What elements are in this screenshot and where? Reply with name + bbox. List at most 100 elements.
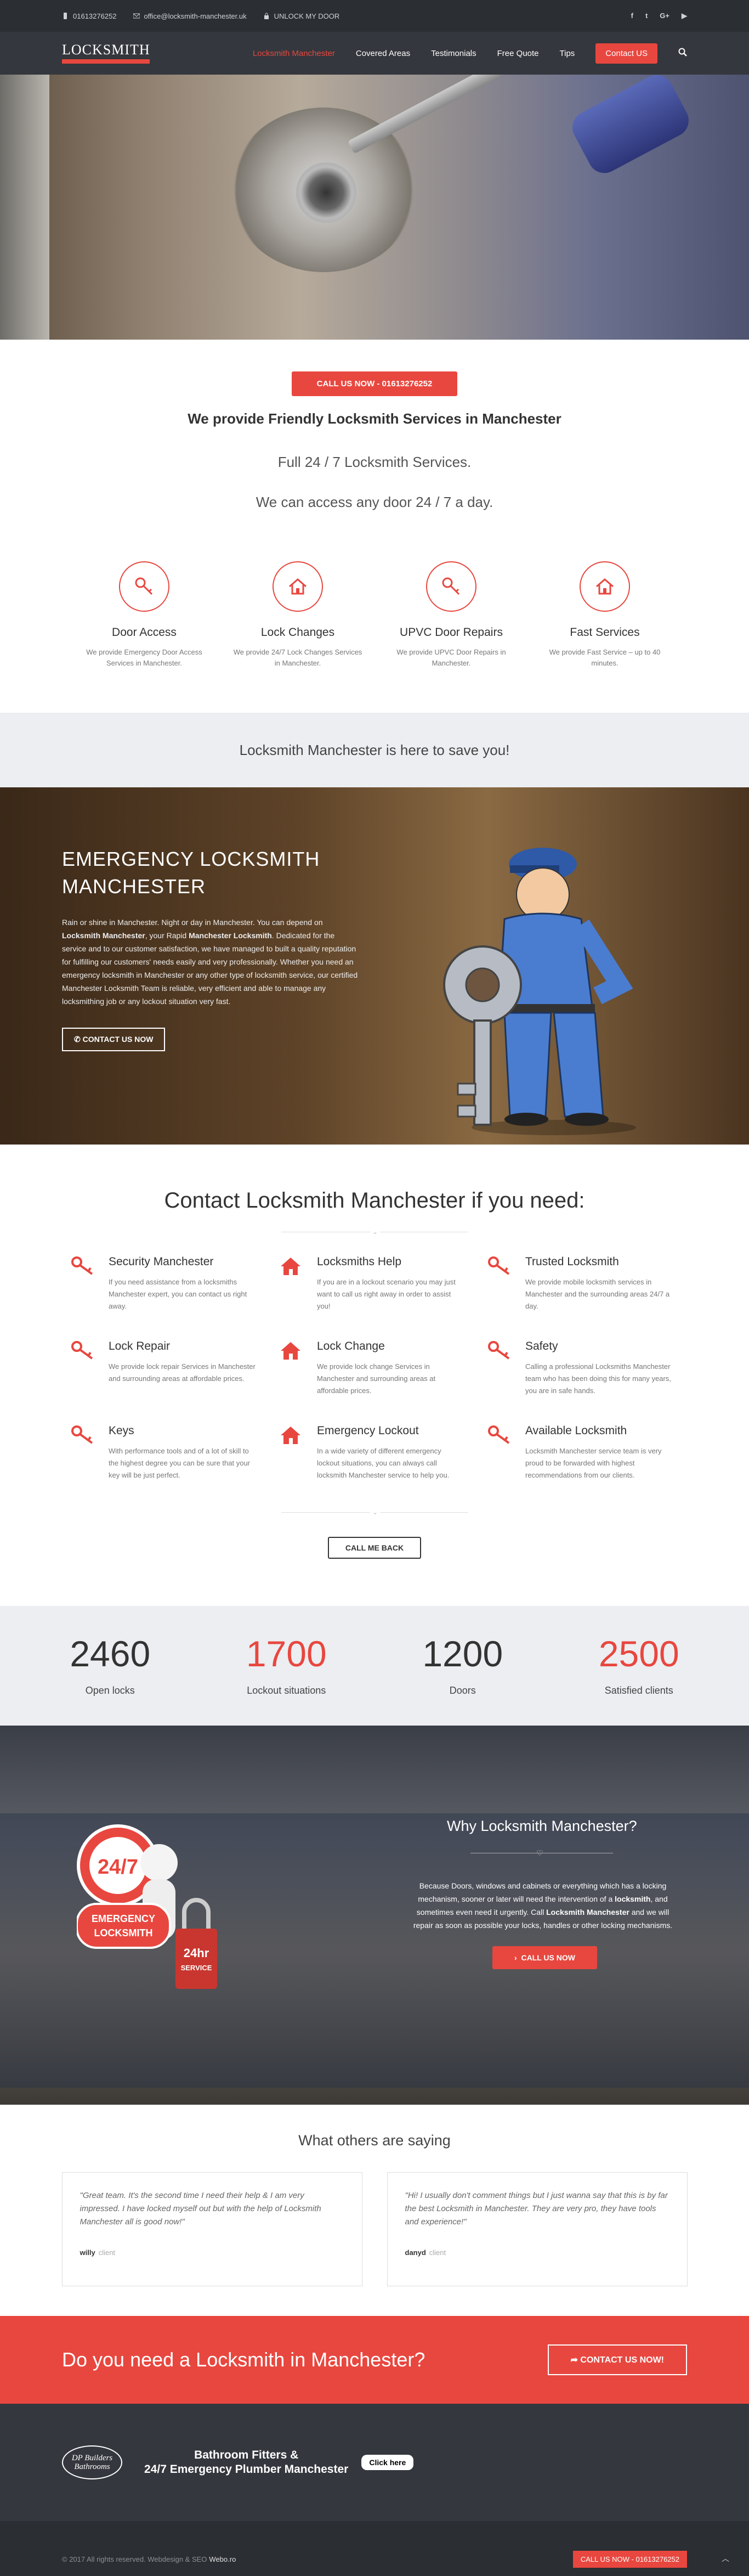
testimonials-heading: What others are saying	[298, 2132, 451, 2149]
contact-section: Contact Locksmith Manchester if you need…	[0, 1145, 749, 1606]
nav-contact-button[interactable]: Contact US	[595, 43, 657, 64]
ad-click-here-button[interactable]: Click here	[361, 2455, 414, 2470]
service-upvc-door-repairs: UPVC Door Repairs We provide UPVC Door R…	[385, 561, 517, 669]
chevron-down-icon: ⌄	[370, 1508, 381, 1516]
testimonial-card: "Great team. It's the second time I need…	[61, 2172, 362, 2286]
why-call-us-button[interactable]: › CALL US NOW	[492, 1946, 597, 1969]
intro-line-2: We can access any door 24 / 7 a day.	[256, 494, 493, 510]
services-row: Door Access We provide Emergency Door Ac…	[78, 561, 671, 713]
home-icon	[273, 561, 323, 612]
home-icon	[279, 1340, 317, 1397]
contact-item: Trusted Locksmith We provide mobile locks…	[487, 1255, 679, 1312]
contact-grid: Security Manchester If you need assistanc…	[70, 1255, 679, 1481]
footer: DP Builders Bathrooms Bathroom Fitters &…	[0, 2404, 749, 2521]
home-icon	[580, 561, 630, 612]
chevron-down-icon: ⌄	[370, 1228, 381, 1236]
search-icon[interactable]	[678, 48, 687, 59]
heart-icon: ♡	[536, 1848, 543, 1857]
stats-section: 2460 Open locks 1700 Lockout situations 12…	[0, 1606, 749, 1726]
youtube-icon[interactable]: ▶	[682, 12, 687, 20]
phone-icon: ✆	[74, 1035, 83, 1044]
key-icon	[70, 1424, 109, 1481]
chevron-right-icon: ›	[514, 1953, 521, 1962]
contact-us-now-button[interactable]: ✆ CONTACT US NOW	[62, 1028, 166, 1051]
twitter-icon[interactable]: t	[645, 12, 648, 20]
contact-item: Lock Repair We provide lock repair Servic…	[70, 1340, 262, 1397]
contact-item: Safety Calling a professional Locksmiths …	[487, 1340, 679, 1397]
copyright-bar: © 2017 All rights reserved. Webdesign & …	[0, 2521, 749, 2576]
emergency-text: Rain or shine in Manchester. Night or da…	[62, 918, 358, 1006]
nav-menu: Locksmith Manchester Covered Areas Testi…	[253, 43, 687, 64]
hero-image	[0, 75, 749, 340]
key-icon	[487, 1424, 525, 1481]
why-section: 24/7 EMERGENCY LOCKSMITH 24hr SERVICE Wh…	[0, 1726, 749, 2105]
main-nav: LOCKSMITH Locksmith Manchester Covered A…	[0, 32, 749, 75]
stat-doors: 1200 Doors	[422, 1633, 503, 1696]
svg-text:LOCKSMITH: LOCKSMITH	[94, 1927, 153, 1938]
cta-heading: Do you need a Locksmith in Manchester?	[62, 2348, 425, 2371]
intro-heading: We provide Friendly Locksmith Services i…	[188, 410, 561, 427]
contact-item: Keys With performance tools and of a lot …	[70, 1424, 262, 1481]
lock-icon	[263, 13, 270, 19]
key-icon	[119, 561, 169, 612]
share-icon: ➦	[570, 2355, 581, 2365]
testimonial-card: "Hi! I usually don't comment things but …	[387, 2172, 688, 2286]
envelope-icon	[133, 13, 140, 19]
nav-item-locksmith-manchester[interactable]: Locksmith Manchester	[253, 49, 335, 58]
emergency-locksmith-badge: 24/7 EMERGENCY LOCKSMITH 24hr SERVICE	[77, 1824, 217, 1989]
topbar-email[interactable]: office@locksmith-manchester.uk	[133, 12, 247, 20]
contact-heading: Contact Locksmith Manchester if you need…	[164, 1188, 585, 1213]
svg-text:24hr: 24hr	[184, 1946, 209, 1960]
divider: ⌄	[281, 1508, 468, 1516]
key-icon	[426, 561, 476, 612]
testimonials-section: What others are saying "Great team. It's…	[0, 2105, 749, 2316]
svg-text:EMERGENCY: EMERGENCY	[92, 1913, 155, 1924]
intro-line-1: Full 24 / 7 Locksmith Services.	[277, 454, 472, 470]
contact-item: Available Locksmith Locksmith Manchester …	[487, 1424, 679, 1481]
facebook-icon[interactable]: f	[631, 12, 633, 20]
home-icon	[279, 1424, 317, 1481]
topbar-unlock[interactable]: UNLOCK MY DOOR	[263, 12, 339, 20]
social-links: f t G+ ▶	[631, 12, 687, 20]
svg-text:SERVICE: SERVICE	[181, 1964, 212, 1972]
svg-text:24/7: 24/7	[98, 1856, 138, 1879]
phone-icon	[62, 13, 69, 19]
intro-section: CALL US NOW - 01613276252 We provide Fri…	[0, 340, 749, 511]
key-icon	[70, 1340, 109, 1397]
why-heading: Why Locksmith Manchester?	[447, 1818, 637, 1834]
save-banner: Locksmith Manchester is here to save you…	[0, 713, 749, 787]
service-door-access: Door Access We provide Emergency Door Ac…	[78, 561, 210, 669]
nav-item-covered-areas[interactable]: Covered Areas	[356, 49, 410, 58]
back-to-top-icon[interactable]: ︿	[717, 2550, 734, 2567]
locksmith-mascot-illustration	[443, 848, 636, 1135]
contact-item: Emergency Lockout In a wide variety of di…	[279, 1424, 470, 1481]
emergency-section: EMERGENCY LOCKSMITH MANCHESTER Rain or s…	[0, 787, 749, 1145]
call-us-button[interactable]: CALL US NOW - 01613276252	[291, 371, 458, 396]
emergency-title: EMERGENCY LOCKSMITH MANCHESTER	[62, 848, 320, 898]
nav-item-tips[interactable]: Tips	[560, 49, 575, 58]
home-icon	[279, 1255, 317, 1312]
stat-lockout-situations: 1700 Lockout situations	[246, 1633, 327, 1696]
stat-open-locks: 2460 Open locks	[70, 1633, 151, 1696]
why-text: Because Doors, windows and cabinets or e…	[413, 1881, 673, 1930]
call-me-back-button[interactable]: CALL ME BACK	[327, 1537, 422, 1559]
key-icon	[487, 1340, 525, 1397]
nav-item-free-quote[interactable]: Free Quote	[497, 49, 539, 58]
ad-logo[interactable]: DP Builders Bathrooms	[62, 2445, 122, 2479]
contact-item: Lock Change We provide lock change Servic…	[279, 1340, 470, 1397]
cta-banner: Do you need a Locksmith in Manchester? ➦…	[0, 2316, 749, 2404]
footer-call-button[interactable]: CALL US NOW - 01613276252	[572, 2550, 687, 2568]
nav-item-testimonials[interactable]: Testimonials	[431, 49, 476, 58]
contact-item: Security Manchester If you need assistanc…	[70, 1255, 262, 1312]
top-bar: 01613276252 office@locksmith-manchester.…	[0, 0, 749, 32]
cta-contact-button[interactable]: ➦ CONTACT US NOW!	[547, 2344, 687, 2375]
topbar-phone[interactable]: 01613276252	[62, 12, 117, 20]
service-lock-changes: Lock Changes We provide 24/7 Lock Change…	[232, 561, 364, 669]
key-icon	[70, 1255, 109, 1312]
site-logo[interactable]: LOCKSMITH	[62, 38, 158, 69]
service-fast-services: Fast Services We provide Fast Service – …	[539, 561, 671, 669]
stat-satisfied-clients: 2500 Satisfied clients	[598, 1633, 679, 1696]
credit-link[interactable]: Webo.ro	[209, 2555, 236, 2563]
key-icon	[487, 1255, 525, 1312]
google-plus-icon[interactable]: G+	[660, 12, 669, 20]
